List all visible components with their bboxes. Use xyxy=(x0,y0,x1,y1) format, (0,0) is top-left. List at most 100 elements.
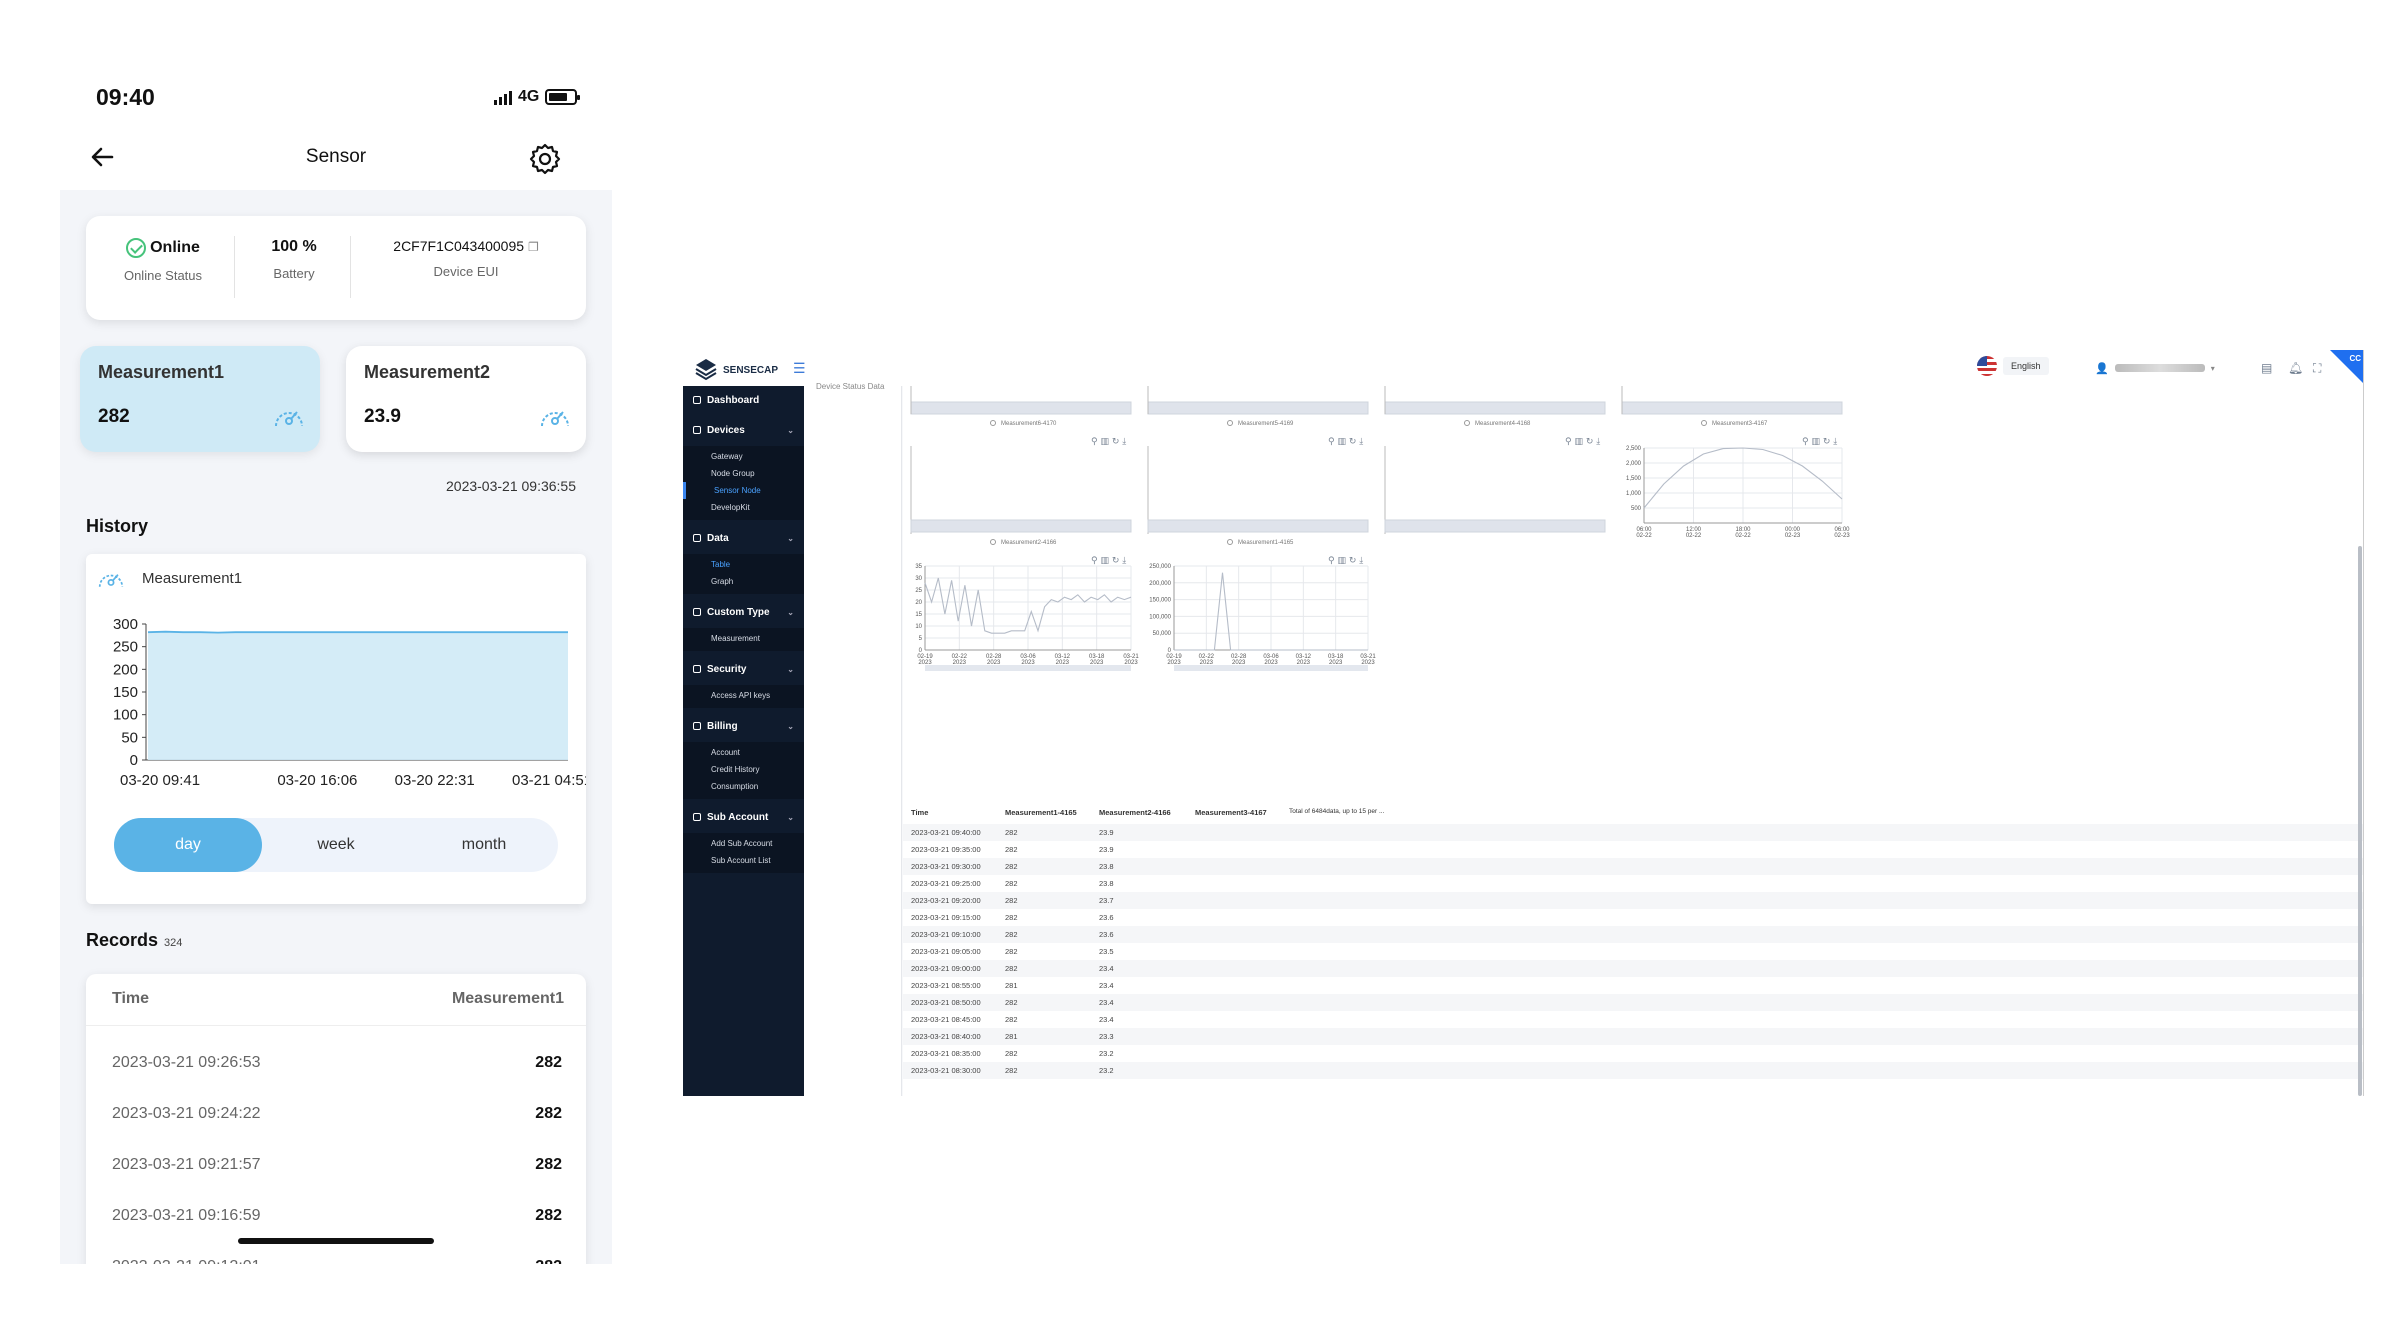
record-value: 282 xyxy=(535,1156,562,1173)
record-time: 2023-03-21 09:26:53 xyxy=(112,1054,261,1071)
sidebar-item-gateway[interactable]: Gateway xyxy=(683,448,804,465)
zoom-slider xyxy=(1147,401,1369,415)
sidebar-item-consumption[interactable]: Consumption xyxy=(683,778,804,795)
measurement-card-2[interactable]: Measurement2 23.9 xyxy=(346,346,586,452)
x-tick-label: 02-22 xyxy=(1686,533,1702,539)
table-row[interactable]: 2023-03-21 09:35:00 282 23.9 xyxy=(903,841,2363,858)
table-row[interactable]: 2023-03-21 09:05:00 282 23.5 xyxy=(903,943,2363,960)
bell-icon[interactable]: 🔔︎ xyxy=(2288,361,2303,375)
sidebar-item-account[interactable]: Account xyxy=(683,744,804,761)
chart-toolbox-icon: ⚲ ▥ ↻ ⤓ xyxy=(1328,556,1363,566)
table-cell: 23.2 xyxy=(1099,1049,1114,1058)
settings-button[interactable] xyxy=(528,142,562,176)
table-row[interactable]: 2023-03-21 09:20:00 282 23.7 xyxy=(903,892,2363,909)
table-cell: 2023-03-21 09:40:00 xyxy=(911,828,981,837)
measurement-value: 23.9 xyxy=(364,406,401,427)
legend-marker xyxy=(1227,420,1233,426)
table-cell: 2023-03-21 08:40:00 xyxy=(911,1032,981,1041)
device-list-column: Device Status Data xyxy=(804,382,902,1096)
sidebar-item-access-api-keys[interactable]: Access API keys xyxy=(683,687,804,704)
fullscreen-icon[interactable]: ⛶ xyxy=(2313,361,2321,376)
user-menu[interactable]: 👤 ▾ xyxy=(2095,362,2215,375)
table-row[interactable]: 2023-03-21 08:30:00 282 23.2 xyxy=(903,1062,2363,1079)
sidebar-item-node-group[interactable]: Node Group xyxy=(683,465,804,482)
table-row[interactable]: 2023-03-21 09:00:00 282 23.4 xyxy=(903,960,2363,977)
table-row[interactable]: 2023-03-21 09:15:00 282 23.6 xyxy=(903,909,2363,926)
table-cell: 23.4 xyxy=(1099,964,1114,973)
y-tick-label: 100,000 xyxy=(1149,614,1171,620)
tab-week[interactable]: week xyxy=(262,818,410,872)
nav-label: Devices xyxy=(707,424,745,436)
table-cell: 2023-03-21 08:45:00 xyxy=(911,1015,981,1024)
menu-toggle-icon[interactable]: ☰ xyxy=(793,360,806,377)
y-tick-label: 250 xyxy=(113,639,138,656)
brand-logo[interactable]: SENSECAP xyxy=(695,358,778,382)
table-row[interactable]: 2023-03-21 09:40:00 282 23.9 xyxy=(903,824,2363,841)
table-cell: 23.5 xyxy=(1099,947,1114,956)
nav-data[interactable]: Data ⌄ xyxy=(683,524,804,552)
language-selector[interactable]: English xyxy=(1977,356,2049,376)
sidebar-item-sub-account-list[interactable]: Sub Account List xyxy=(683,852,804,869)
copy-icon[interactable]: ❐ xyxy=(528,240,539,254)
series-area xyxy=(148,631,568,760)
shield-icon xyxy=(693,665,701,673)
table-row[interactable]: 2023-03-21 09:30:00 282 23.8 xyxy=(903,858,2363,875)
document-icon[interactable]: ▤ xyxy=(2261,361,2272,375)
table-cell: 282 xyxy=(1005,1066,1018,1075)
gauge-icon xyxy=(98,574,124,587)
x-tick-label: 02-23 xyxy=(1785,533,1801,539)
table-cell: 2023-03-21 08:30:00 xyxy=(911,1066,981,1075)
nav-devices[interactable]: Devices ⌄ xyxy=(683,416,804,444)
table-cell: 2023-03-21 09:20:00 xyxy=(911,896,981,905)
x-tick-label: 03-20 09:41 xyxy=(120,772,200,789)
chart-grid: Measurement6-4170 Measurement5-4169 Measur… xyxy=(910,386,1850,671)
sidebar-item-sensor-node[interactable]: Sensor Node xyxy=(683,482,804,499)
scrollbar[interactable] xyxy=(2358,546,2362,1096)
sidebar-item-add-sub-account[interactable]: Add Sub Account xyxy=(683,835,804,852)
home-indicator[interactable] xyxy=(238,1238,434,1244)
tab-day[interactable]: day xyxy=(114,818,262,872)
y-tick-label: 50 xyxy=(121,729,138,746)
sidebar-item-table[interactable]: Table xyxy=(683,556,804,573)
sidebar-item-developkit[interactable]: DevelopKit xyxy=(683,499,804,516)
nav-custom-type[interactable]: Custom Type ⌄ xyxy=(683,598,804,626)
sidebar-item-graph[interactable]: Graph xyxy=(683,573,804,590)
zoom-slider xyxy=(1384,519,1606,533)
table-row[interactable]: 2023-03-21 08:40:00 281 23.3 xyxy=(903,1028,2363,1045)
legend-label: Measurement2-4166 xyxy=(1001,540,1057,546)
record-value: 282 xyxy=(535,1054,562,1071)
check-circle-icon xyxy=(126,238,147,258)
table-row[interactable]: 2023-03-21 08:45:00 282 23.4 xyxy=(903,1011,2363,1028)
nav-sub-account[interactable]: Sub Account ⌄ xyxy=(683,803,804,831)
sidebar-item-measurement[interactable]: Measurement xyxy=(683,630,804,647)
table-row[interactable]: 2023-03-21 08:55:00 281 23.4 xyxy=(903,977,2363,994)
y-tick-label: 25 xyxy=(915,588,922,594)
tab-month[interactable]: month xyxy=(410,818,558,872)
legend-marker xyxy=(990,539,996,545)
gauge-icon xyxy=(541,411,569,427)
history-chart: 0 50 100 150 200 250 300 03-20 09:41 03-20 16:06… xyxy=(113,616,586,789)
nav-dashboard[interactable]: Dashboard xyxy=(683,386,804,414)
sidebar-item-credit-history[interactable]: Credit History xyxy=(683,761,804,778)
table-row[interactable]: 2023-03-21 08:35:00 282 23.2 xyxy=(903,1045,2363,1062)
y-tick-label: 2,500 xyxy=(1626,446,1642,452)
nav-security[interactable]: Security ⌄ xyxy=(683,655,804,683)
table-row[interactable]: 2023-03-21 08:50:00 282 23.4 xyxy=(903,994,2363,1011)
nav-label: Data xyxy=(707,532,729,544)
nav-label: Security xyxy=(707,663,747,675)
record-row: 2023-03-21 09:12:01 282 xyxy=(86,1244,586,1264)
chart-toolbox-icon: ⚲ ▥ ↻ ⤓ xyxy=(1328,437,1363,447)
user-icon: 👤 xyxy=(2095,362,2109,375)
battery-value: 100 % xyxy=(271,238,317,255)
table-row[interactable]: 2023-03-21 09:25:00 282 23.8 xyxy=(903,875,2363,892)
nav-billing[interactable]: Billing ⌄ xyxy=(683,712,804,740)
brand-name: SENSECAP xyxy=(723,364,779,376)
table-cell: 282 xyxy=(1005,828,1018,837)
record-time: 2023-03-21 09:12:01 xyxy=(112,1258,261,1264)
chart-toolbox-icon: ⚲ ▥ ↻ ⤓ xyxy=(1802,437,1837,447)
zoom-slider xyxy=(1621,401,1843,415)
history-series-label: Measurement1 xyxy=(142,570,243,587)
legend-label: Measurement3-4167 xyxy=(1712,421,1768,427)
measurement-card-1[interactable]: Measurement1 282 xyxy=(80,346,320,452)
table-row[interactable]: 2023-03-21 09:10:00 282 23.6 xyxy=(903,926,2363,943)
